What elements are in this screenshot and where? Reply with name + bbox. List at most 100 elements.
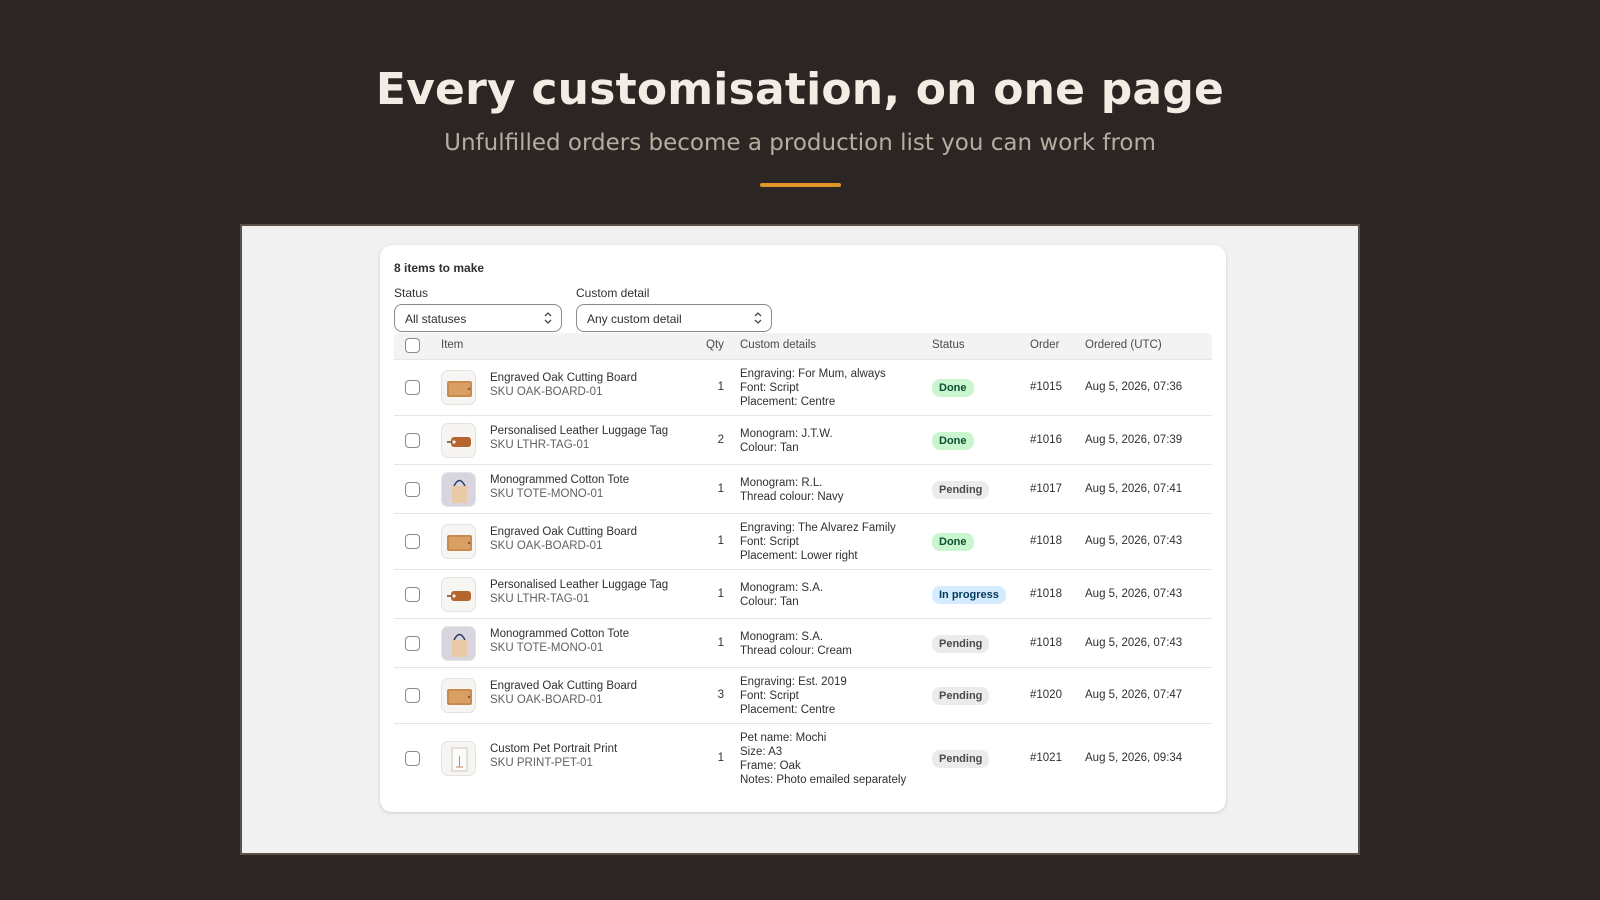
row-checkbox[interactable] <box>405 688 420 703</box>
item-name[interactable]: Personalised Leather Luggage Tag <box>490 425 668 437</box>
luggage-tag-thumbnail <box>441 422 476 458</box>
ordered-date: Aug 5, 2026, 07:43 <box>1085 535 1183 547</box>
order-number: #1021 <box>1030 752 1062 764</box>
order-number: #1018 <box>1030 587 1062 600</box>
item-qty: 1 <box>717 636 724 649</box>
row-checkbox[interactable] <box>405 481 420 497</box>
item-name[interactable]: Engraved Oak Cutting Board <box>490 680 637 692</box>
table-row[interactable]: Custom Pet Portrait Print SKU PRINT-PET-0… <box>394 723 1212 793</box>
custom-detail-line: Placement: Lower right <box>740 550 858 562</box>
table-row[interactable]: Engraved Oak Cutting Board SKU OAK-BOARD-… <box>394 513 1212 569</box>
custom-detail-line: Colour: Tan <box>740 441 799 454</box>
status-filter-label: Status <box>394 286 429 300</box>
detail-filter-value: Any custom detail <box>587 312 682 326</box>
custom-details: Monogram: J.T.W. Colour: Tan <box>740 427 833 455</box>
table-row[interactable]: Monogrammed Cotton Tote SKU TOTE-MONO-01 1… <box>394 464 1212 513</box>
custom-detail-line: Colour: Tan <box>740 595 799 608</box>
custom-detail-line: Size: A3 <box>740 746 783 758</box>
header-ordered-utc: Ordered (UTC) <box>1085 339 1162 351</box>
row-checkbox[interactable] <box>405 432 420 448</box>
item-qty: 1 <box>717 535 724 547</box>
custom-details: Monogram: R.L. Thread colour: Navy <box>740 476 844 504</box>
ordered-date: Aug 5, 2026, 09:34 <box>1085 752 1183 764</box>
detail-filter-label: Custom detail <box>576 286 650 300</box>
status-badge: Pending <box>932 634 990 653</box>
item-sku: SKU LTHR-TAG-01 <box>490 592 590 605</box>
row-checkbox[interactable] <box>405 534 420 549</box>
status-badge: Pending <box>932 750 990 768</box>
item-name[interactable]: Monogrammed Cotton Tote <box>490 474 629 486</box>
custom-detail-line: Font: Script <box>740 690 799 702</box>
table-row[interactable]: Personalised Leather Luggage Tag SKU LTHR… <box>394 415 1212 464</box>
cutting-board-thumbnail <box>441 370 476 405</box>
item-sku: SKU TOTE-MONO-01 <box>490 641 604 654</box>
custom-detail-line: Pet name: Mochi <box>740 732 827 744</box>
item-sku: SKU OAK-BOARD-01 <box>490 694 603 706</box>
item-qty: 2 <box>717 433 724 446</box>
custom-detail-line: Frame: Oak <box>740 760 801 772</box>
custom-detail-line: Monogram: J.T.W. <box>740 427 833 440</box>
item-name[interactable]: Personalised Leather Luggage Tag <box>490 579 668 591</box>
custom-detail-line: Thread colour: Cream <box>740 644 852 657</box>
hero-subtitle: Unfulfilled orders become a production l… <box>444 130 1156 156</box>
item-name[interactable]: Monogrammed Cotton Tote <box>490 628 629 640</box>
tote-thumbnail <box>441 471 476 507</box>
item-sku: SKU TOTE-MONO-01 <box>490 487 604 500</box>
select-chevron-icon <box>754 312 762 324</box>
cutting-board-thumbnail <box>441 678 476 713</box>
table-row[interactable]: Personalised Leather Luggage Tag SKU LTHR… <box>394 569 1212 618</box>
header-custom-details: Custom details <box>740 339 817 351</box>
item-name[interactable]: Custom Pet Portrait Print <box>490 743 617 755</box>
order-number: #1018 <box>1030 535 1062 547</box>
custom-details: Pet name: Mochi Size: A3 Frame: Oak Notes: … <box>740 731 906 787</box>
custom-detail-line: Engraving: The Alvarez Family <box>740 522 896 534</box>
ordered-date: Aug 5, 2026, 07:41 <box>1085 482 1183 495</box>
order-number: #1020 <box>1030 689 1062 701</box>
custom-details: Engraving: The Alvarez Family Font: Scrip… <box>740 521 896 563</box>
status-badge: Done <box>932 431 974 450</box>
custom-detail-line: Font: Script <box>740 536 799 548</box>
hero-title: Every customisation, on one page <box>375 64 1225 115</box>
item-qty: 3 <box>717 689 724 701</box>
order-number: #1018 <box>1030 636 1062 649</box>
order-number: #1016 <box>1030 433 1062 446</box>
ordered-date: Aug 5, 2026, 07:36 <box>1085 381 1183 393</box>
ordered-date: Aug 5, 2026, 07:43 <box>1085 587 1183 600</box>
item-qty: 1 <box>717 587 724 600</box>
table-header: Item Qty Custom details Status Order Ord… <box>394 333 1212 359</box>
item-name[interactable]: Engraved Oak Cutting Board <box>490 372 637 384</box>
custom-details: Monogram: S.A. Thread colour: Cream <box>740 630 852 658</box>
ordered-date: Aug 5, 2026, 07:39 <box>1085 433 1183 446</box>
header-item: Item <box>441 339 464 351</box>
header-order: Order <box>1030 339 1060 351</box>
custom-detail-line: Monogram: R.L. <box>740 476 823 489</box>
ordered-date: Aug 5, 2026, 07:43 <box>1085 636 1183 649</box>
item-sku: SKU OAK-BOARD-01 <box>490 540 603 552</box>
custom-details: Engraving: Est. 2019 Font: Script Placemen… <box>740 675 847 717</box>
custom-detail-line: Placement: Centre <box>740 704 836 716</box>
production-list-card: 8 items to make Status All statuses Cust… <box>380 245 1226 812</box>
status-filter-value: All statuses <box>405 312 467 326</box>
row-checkbox[interactable] <box>405 586 420 602</box>
item-qty: 1 <box>717 482 724 495</box>
item-qty: 1 <box>717 752 724 764</box>
custom-detail-line: Monogram: S.A. <box>740 581 824 594</box>
custom-detail-line: Font: Script <box>740 382 799 394</box>
select-all-checkbox[interactable] <box>405 338 420 353</box>
status-badge: In progress <box>932 585 1006 604</box>
item-sku: SKU PRINT-PET-01 <box>490 757 593 769</box>
table-row[interactable]: Monogrammed Cotton Tote SKU TOTE-MONO-01 1… <box>394 618 1212 667</box>
print-thumbnail <box>441 741 476 776</box>
item-name[interactable]: Engraved Oak Cutting Board <box>490 526 637 538</box>
row-checkbox[interactable] <box>405 380 420 395</box>
table-row[interactable]: Engraved Oak Cutting Board SKU OAK-BOARD-… <box>394 667 1212 723</box>
row-checkbox[interactable] <box>405 751 420 766</box>
row-checkbox[interactable] <box>405 635 420 651</box>
custom-detail-line: Engraving: Est. 2019 <box>740 676 847 688</box>
status-badge: Pending <box>932 480 990 499</box>
status-filter-select[interactable]: All statuses <box>394 304 562 332</box>
detail-filter-select[interactable]: Any custom detail <box>576 304 772 332</box>
accent-divider <box>760 183 841 187</box>
table-row[interactable]: Engraved Oak Cutting Board SKU OAK-BOARD-… <box>394 359 1212 415</box>
custom-detail-line: Placement: Centre <box>740 396 836 408</box>
